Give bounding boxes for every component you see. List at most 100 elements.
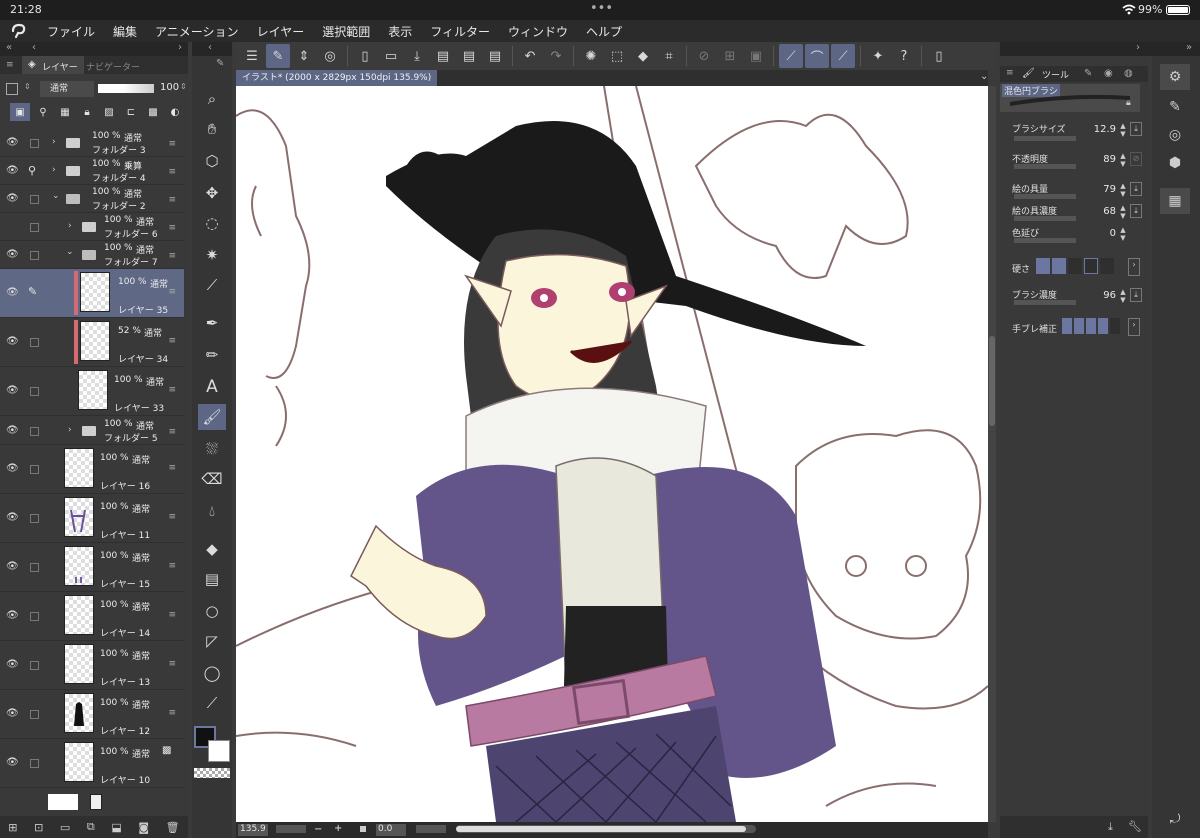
panel-menu-icon[interactable]: ≡: [6, 60, 14, 70]
color-dock-icon[interactable]: ⬢: [1160, 150, 1190, 176]
layer-checkbox[interactable]: [30, 710, 39, 719]
drag-handle-icon[interactable]: ≡: [168, 385, 176, 395]
move-tool-icon[interactable]: ✥: [198, 180, 226, 206]
new-folder-icon[interactable]: ▭: [60, 821, 70, 834]
save-icon[interactable]: ⤓: [405, 44, 429, 68]
chevron-updown-icon[interactable]: ⇕: [180, 82, 187, 91]
menu-view[interactable]: 表示: [379, 23, 421, 40]
eye-icon[interactable]: 👁︎: [6, 137, 19, 148]
object-tool-icon[interactable]: ⬡: [198, 148, 226, 174]
opacity-slider[interactable]: [98, 84, 154, 93]
app-logo-icon[interactable]: [0, 23, 38, 39]
new-raster-layer-icon[interactable]: ⊞: [8, 821, 17, 834]
brush-tab-icon[interactable]: 🖌︎: [1022, 68, 1035, 79]
snap-ruler-icon[interactable]: ⟋: [779, 44, 803, 68]
fill-icon[interactable]: ◆: [631, 44, 655, 68]
download-icon[interactable]: ⤓: [1130, 122, 1142, 136]
layer-checkbox[interactable]: [30, 387, 39, 396]
sub-tool-dock-icon[interactable]: ⚙︎: [1160, 64, 1190, 90]
chevron-right-icon[interactable]: ›: [52, 165, 56, 175]
color-wheel-icon[interactable]: ◉: [1104, 68, 1113, 79]
brush-density-slider[interactable]: [1014, 300, 1076, 305]
tool-collapse-bar[interactable]: ‹: [192, 42, 232, 56]
lasso-tool-icon[interactable]: ◌: [198, 210, 226, 236]
blend-mode-select[interactable]: 通常: [40, 81, 94, 97]
magic-wand-icon[interactable]: ✷: [198, 242, 226, 268]
layer-checkbox[interactable]: [30, 612, 39, 621]
smartphone-icon[interactable]: ▯: [927, 44, 951, 68]
balloon-tool-icon[interactable]: ◯: [198, 660, 226, 686]
drag-handle-icon[interactable]: ≡: [168, 167, 176, 177]
new-vector-layer-icon[interactable]: ⊡: [34, 821, 43, 834]
drag-handle-icon[interactable]: ≡: [168, 610, 176, 620]
drag-handle-icon[interactable]: ≡: [168, 463, 176, 473]
paper-layer-thumb[interactable]: [48, 794, 78, 810]
eye-icon[interactable]: 👁︎: [6, 193, 19, 204]
layer-row[interactable]: 👁︎ ⚲ › 100 % 乗算 フォルダー 4 ≡: [0, 157, 184, 185]
learn-icon[interactable]: ✦: [866, 44, 890, 68]
download-icon[interactable]: ⤓: [1130, 204, 1142, 218]
help-icon[interactable]: ?: [892, 44, 916, 68]
chevron-right-icon[interactable]: ›: [178, 42, 182, 53]
tab-layer[interactable]: ◈ レイヤー: [22, 56, 84, 74]
chevron-down-icon[interactable]: ⌄: [52, 191, 60, 201]
chevron-updown-icon[interactable]: ▲ ▼: [1118, 152, 1128, 168]
drag-handle-icon[interactable]: ≡: [168, 427, 176, 437]
airbrush-icon[interactable]: ⛆: [198, 436, 226, 462]
lock-icon[interactable]: 🔒︎: [1126, 98, 1131, 108]
export-jpg-icon[interactable]: ▤: [431, 44, 455, 68]
clip-layer-icon[interactable]: ⊏: [122, 107, 140, 118]
menu-animation[interactable]: アニメーション: [146, 23, 248, 40]
tab-tool[interactable]: ツール: [1042, 68, 1069, 81]
drag-handle-icon[interactable]: ≡: [168, 708, 176, 718]
layer-checkbox[interactable]: [30, 251, 39, 260]
eye-icon[interactable]: 👁︎: [6, 249, 19, 260]
drag-handle-icon[interactable]: ≡: [168, 223, 176, 233]
hand-tool-icon[interactable]: ✋︎: [198, 116, 226, 142]
layer-checkbox[interactable]: [30, 427, 39, 436]
drag-handle-icon[interactable]: ≡: [168, 512, 176, 522]
eye-icon[interactable]: 👁︎: [6, 512, 19, 523]
drag-handle-icon[interactable]: ≡: [168, 139, 176, 149]
drag-handle-icon[interactable]: ≡: [168, 251, 176, 261]
scrollbar-thumb[interactable]: [989, 336, 995, 426]
paint-amount-slider[interactable]: [1014, 194, 1076, 199]
menu-help[interactable]: ヘルプ: [577, 23, 631, 40]
menu-filter[interactable]: フィルター: [421, 23, 499, 40]
layer-select-icon[interactable]: ▣: [10, 103, 30, 121]
chevron-down-icon[interactable]: ⌄: [66, 247, 74, 257]
export-png-icon[interactable]: ▤: [457, 44, 481, 68]
layer-checkbox[interactable]: [30, 759, 39, 768]
vertical-scrollbar[interactable]: [988, 86, 996, 822]
layer-checkbox[interactable]: [30, 195, 39, 204]
chevron-updown-icon[interactable]: ▲ ▼: [1118, 122, 1128, 138]
eye-icon[interactable]: 👁︎: [6, 659, 19, 670]
sub-tool-icon[interactable]: ✎: [1084, 68, 1092, 79]
layer-row[interactable]: 👁︎ ⌄ 100 % 通常 フォルダー 2 ≡: [0, 185, 184, 213]
clear-icon[interactable]: ⬚: [605, 44, 629, 68]
draft-layer-icon[interactable]: ▦: [56, 107, 74, 118]
palette-icon[interactable]: ◐: [166, 107, 184, 118]
layer-row[interactable]: 👁︎ 100 % 通常 レイヤー 15 ≡: [0, 543, 184, 592]
chevron-updown-icon[interactable]: ⇕: [24, 82, 31, 91]
chevron-updown-icon[interactable]: ▲ ▼: [1118, 204, 1128, 220]
chevron-right-icon[interactable]: ›: [1136, 42, 1140, 53]
sub-color-swatch[interactable]: [208, 740, 230, 762]
reference-layer-icon[interactable]: ⚲: [34, 107, 52, 118]
eye-icon[interactable]: 👁︎: [6, 385, 19, 396]
drawing-canvas[interactable]: [235, 85, 989, 823]
reference-icon[interactable]: ⚲: [28, 164, 36, 177]
new-file-icon[interactable]: ▯: [353, 44, 377, 68]
layer-row[interactable]: 👁︎ ⌄ 100 % 通常 フォルダー 7 ≡: [0, 241, 184, 269]
app-switch-icon[interactable]: ◎: [318, 44, 342, 68]
delete-layer-icon[interactable]: 🗑︎: [166, 821, 180, 834]
export-psd-icon[interactable]: ▤: [483, 44, 507, 68]
color-set-icon[interactable]: ◍: [1124, 68, 1133, 79]
angle-slider[interactable]: [416, 825, 446, 833]
layer-checkbox[interactable]: [30, 338, 39, 347]
transparent-color-swatch[interactable]: [194, 768, 230, 778]
chevron-updown-icon[interactable]: ▲ ▼: [1118, 288, 1128, 304]
merge-down-icon[interactable]: ⬓: [111, 821, 121, 834]
color-stretch-slider[interactable]: [1014, 238, 1076, 243]
zoom-out-button[interactable]: −: [314, 824, 322, 835]
